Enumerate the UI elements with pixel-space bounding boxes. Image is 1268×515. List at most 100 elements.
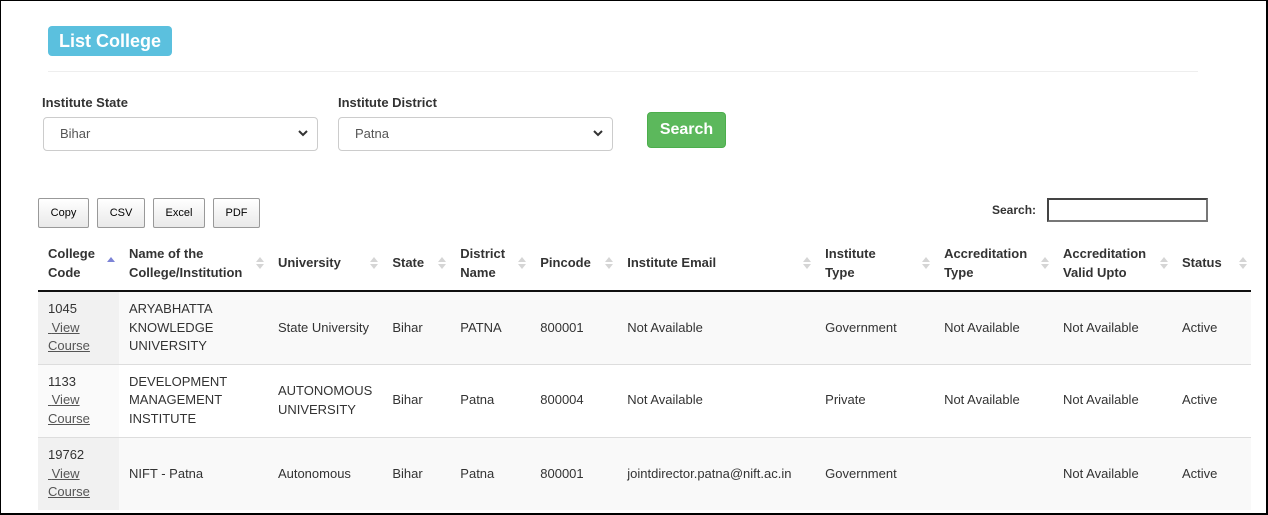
column-header-state[interactable]: State xyxy=(382,235,451,292)
table-search-label: Search: xyxy=(992,203,1037,217)
column-header-college-code[interactable]: College Code xyxy=(38,235,119,292)
cell-college-name: ARYABHATTA KNOWLEDGE UNIVERSITY xyxy=(118,291,268,364)
column-header-label: College xyxy=(48,245,95,261)
chevron-down-icon xyxy=(298,118,308,137)
table-row: 1133 View Course DEVELOPMENT MANAGEMENT IN… xyxy=(38,363,1251,437)
cell-college-name: DEVELOPMENT MANAGEMENT INSTITUTE xyxy=(118,363,268,437)
cell-university: Autonomous xyxy=(267,436,383,510)
view-course-link-text: Course xyxy=(48,484,90,499)
view-course-link-text: View xyxy=(51,319,80,335)
column-header-label: Type xyxy=(944,264,974,280)
sort-both-icon xyxy=(1041,255,1050,271)
view-course-link-text: View xyxy=(51,465,80,481)
college-code-value: 19762 xyxy=(48,447,85,462)
institute-district-value: Patna xyxy=(355,126,389,141)
table-header-row: College Code Name of the College/Institutio… xyxy=(38,235,1251,292)
cell-accreditation-type: Not Available xyxy=(934,291,1054,364)
cell-college-code: 1045 View Course xyxy=(38,291,119,364)
view-course-link-text: Course xyxy=(48,338,90,353)
college-table: College Code Name of the College/Institutio… xyxy=(38,235,1251,510)
sort-both-icon xyxy=(370,255,379,271)
sort-both-icon xyxy=(255,255,264,271)
view-course-link-text: Course xyxy=(48,410,90,426)
table-search-input[interactable] xyxy=(1047,198,1208,222)
cell-state: Bihar xyxy=(382,363,451,437)
column-header-label: Code xyxy=(48,264,81,280)
cell-institute-type: Government xyxy=(815,436,935,510)
column-header-accreditation-type[interactable]: Accreditation Type xyxy=(934,235,1054,292)
column-header-label: State xyxy=(392,255,425,270)
column-header-label: Valid Upto xyxy=(1063,264,1127,280)
sort-both-icon xyxy=(922,255,931,271)
cell-accreditation-valid-upto: Not Available xyxy=(1053,436,1172,510)
column-header-university[interactable]: University xyxy=(267,235,383,292)
chevron-down-icon xyxy=(593,118,603,137)
column-header-accreditation-valid-upto[interactable]: Accreditation Valid Upto xyxy=(1053,235,1172,292)
column-header-label: Type xyxy=(825,264,855,280)
cell-state: Bihar xyxy=(382,291,451,364)
institute-state-label: Institute State xyxy=(42,95,128,110)
cell-institute-type: Government xyxy=(815,291,935,364)
sort-both-icon xyxy=(438,255,447,271)
cell-institute-email: Not Available xyxy=(617,363,816,437)
cell-district-name: PATNA xyxy=(450,291,531,364)
table-body: 1045 View Course ARYABHATTA KNOWLEDGE UNIV… xyxy=(38,291,1251,510)
institute-state-select[interactable]: Bihar xyxy=(43,117,318,151)
column-header-status[interactable]: Status xyxy=(1172,235,1251,292)
cell-college-code: 19762 View Course xyxy=(38,436,119,510)
column-header-institute-type[interactable]: Institute Type xyxy=(815,235,935,292)
cell-district-name: Patna xyxy=(450,363,531,437)
sort-both-icon xyxy=(605,255,614,271)
cell-status: Active xyxy=(1172,363,1251,437)
institute-state-value: Bihar xyxy=(60,126,91,141)
copy-button[interactable]: Copy xyxy=(38,198,89,228)
institute-district-label: Institute District xyxy=(338,95,437,110)
excel-button[interactable]: Excel xyxy=(153,198,205,228)
institute-district-select[interactable]: Patna xyxy=(338,117,613,151)
view-course-link-text: View xyxy=(51,392,80,408)
view-course-link[interactable]: View Course xyxy=(48,392,90,426)
column-header-label: University xyxy=(277,255,341,270)
column-header-label: College/Institution xyxy=(128,264,243,280)
cell-status: Active xyxy=(1172,436,1251,510)
pdf-button[interactable]: PDF xyxy=(213,198,260,228)
column-header-district-name[interactable]: District Name xyxy=(450,235,531,292)
cell-institute-email: jointdirector.patna@nift.ac.in xyxy=(617,436,816,510)
sort-both-icon xyxy=(518,255,527,271)
column-header-label: Name of the xyxy=(128,245,204,261)
cell-accreditation-valid-upto: Not Available xyxy=(1053,291,1172,364)
cell-university: State University xyxy=(267,291,383,364)
column-header-label: Accreditation xyxy=(944,245,1028,261)
cell-university: AUTONOMOUS UNIVERSITY xyxy=(267,363,383,437)
sort-both-icon xyxy=(1239,255,1247,271)
column-header-college-name[interactable]: Name of the College/Institution xyxy=(118,235,268,292)
view-course-link[interactable]: View Course xyxy=(48,320,90,354)
table-row: 19762 View Course NIFT - Patna Autonomous Bi… xyxy=(38,436,1251,510)
cell-accreditation-type xyxy=(934,436,1054,510)
column-header-institute-email[interactable]: Institute Email xyxy=(617,235,816,292)
sort-both-icon xyxy=(1160,255,1168,271)
csv-button[interactable]: CSV xyxy=(97,198,145,228)
cell-accreditation-type: Not Available xyxy=(934,363,1054,437)
page-frame: List College Institute State Bihar Insti… xyxy=(0,0,1268,515)
cell-status: Active xyxy=(1172,291,1251,364)
cell-pincode: 800004 xyxy=(530,363,618,437)
page-title: List College xyxy=(48,26,173,56)
column-header-pincode[interactable]: Pincode xyxy=(530,235,618,292)
cell-state: Bihar xyxy=(382,436,451,510)
column-header-label: Status xyxy=(1182,255,1222,270)
cell-institute-email: Not Available xyxy=(617,291,816,364)
column-header-label: District xyxy=(460,245,506,261)
college-code-value: 1045 xyxy=(48,301,77,316)
column-header-label: Accreditation xyxy=(1063,245,1147,261)
view-course-link[interactable]: View Course xyxy=(48,466,90,500)
cell-pincode: 800001 xyxy=(530,436,618,510)
cell-pincode: 800001 xyxy=(530,291,618,364)
title-divider xyxy=(48,71,1198,72)
column-header-label: Name xyxy=(460,264,496,280)
college-code-value: 1133 xyxy=(48,373,76,389)
sort-ascending-icon xyxy=(106,255,115,271)
cell-district-name: Patna xyxy=(450,436,531,510)
search-button[interactable]: Search xyxy=(647,112,726,148)
column-header-label: Pincode xyxy=(540,255,591,270)
